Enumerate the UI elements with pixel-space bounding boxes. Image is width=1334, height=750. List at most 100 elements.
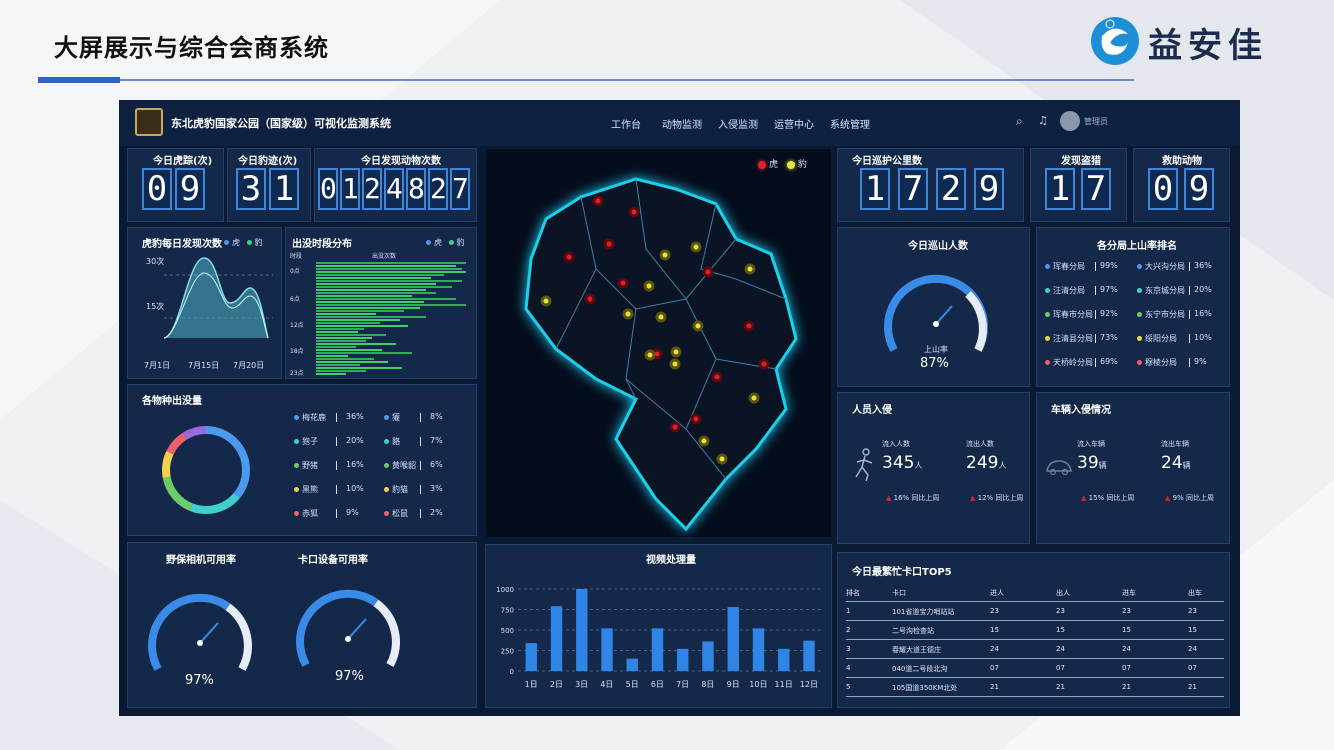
branch-pct: 92% xyxy=(1100,309,1118,318)
leopard-marker-icon xyxy=(622,308,634,320)
digit: 1 xyxy=(269,168,299,210)
nav-item-animal-monitor[interactable]: 动物监测 xyxy=(662,116,702,131)
camera-availability-title: 野保相机可用率 xyxy=(166,555,236,566)
nav-item-intrusion-monitor[interactable]: 入侵监测 xyxy=(718,116,758,131)
species-name: 野猪 xyxy=(302,461,318,470)
time-dist-bar xyxy=(316,322,380,324)
video-x-tick: 7日 xyxy=(676,680,689,689)
daily-chart-x-tick: 7月1日 xyxy=(144,361,171,370)
legend-dot-icon xyxy=(294,439,299,444)
legend-dot-icon xyxy=(1137,360,1142,365)
branch-name: 东宁市分局 xyxy=(1145,310,1185,319)
daily-chart-panel: 虎豹每日发现次数 虎 豹 30次 15次 7月1日 7月15日 7月20日 xyxy=(127,227,282,379)
time-dist-bar xyxy=(316,289,426,291)
species-pct: 9% xyxy=(346,508,359,517)
bell-icon[interactable]: ♫ xyxy=(1038,114,1048,127)
table-row[interactable]: 1 101省道宝力哨站站 23 23 23 23 xyxy=(846,602,1224,621)
video-x-tick: 10日 xyxy=(749,680,767,689)
vehicle-in-unit: 辆 xyxy=(1098,461,1107,470)
species-name: 獾 xyxy=(392,413,400,422)
table-cell: 5 xyxy=(846,683,851,691)
table-cell: 105国道350KM北处 xyxy=(892,684,958,692)
person-out-label: 流出人数 xyxy=(966,440,994,448)
title-divider xyxy=(38,79,1134,81)
time-dist-bar xyxy=(316,334,386,336)
vehicle-out-unit: 辆 xyxy=(1182,461,1191,470)
table-cell: 07 xyxy=(990,664,999,672)
time-dist-bar xyxy=(316,373,346,375)
time-dist-bar xyxy=(316,298,456,300)
tiger-count-panel: 今日虎踪(次) 0 9 xyxy=(127,148,224,222)
nav-item-operations[interactable]: 运营中心 xyxy=(774,116,814,131)
digit: 2 xyxy=(936,168,966,210)
species-pct: 36% xyxy=(346,412,364,421)
digit: 9 xyxy=(175,168,205,210)
legend-dot-icon xyxy=(294,487,299,492)
digit: 9 xyxy=(1184,168,1214,210)
table-row[interactable]: 4 040道二号段北沟 07 07 07 07 xyxy=(846,659,1224,678)
legend-dot-icon xyxy=(1137,312,1142,317)
time-dist-bar xyxy=(316,337,372,339)
video-y-tick: 750 xyxy=(501,607,514,615)
table-cell: 21 xyxy=(1188,683,1197,691)
video-y-tick: 0 xyxy=(510,668,514,676)
table-row[interactable]: 5 105国道350KM北处 21 21 21 21 xyxy=(846,678,1224,697)
leopard-marker-icon xyxy=(670,346,682,358)
table-cell: 24 xyxy=(1188,645,1197,653)
gate-top5-title: 今日最繁忙卡口TOP5 xyxy=(852,567,952,578)
species-title: 各物种出没量 xyxy=(142,396,202,407)
branch-rank-item: 东京城分局 20% xyxy=(1137,285,1212,296)
table-row[interactable]: 2 二号沟检查站 15 15 15 15 xyxy=(846,621,1224,640)
table-cell: 07 xyxy=(1188,664,1197,672)
logo-icon xyxy=(1091,17,1139,65)
legend-dot-icon xyxy=(384,511,389,516)
branch-rank-item: 大兴沟分局 36% xyxy=(1137,261,1212,272)
species-legend-item: 黑熊 10% xyxy=(294,484,364,495)
video-bar xyxy=(525,643,537,671)
vehicle-out-value-group: 24辆 xyxy=(1161,453,1191,473)
table-header-cell: 进人 xyxy=(990,589,1004,597)
user-name[interactable]: 管理员 xyxy=(1084,116,1108,127)
patrol-gauge-label: 上山率 xyxy=(924,345,948,354)
digit: 1 xyxy=(860,168,890,210)
patrol-km-label: 今日巡护公里数 xyxy=(852,156,922,167)
digit: 7 xyxy=(1081,168,1111,210)
species-legend-item: 黄喉貂 6% xyxy=(384,460,443,471)
gate-availability-title: 卡口设备可用率 xyxy=(298,555,368,566)
species-panel: 各物种出没量 梅花鹿 36% 狍子 20% 野猪 16% 黑熊 10% 赤狐 9% 獾 8% 貉 7% 黄喉… xyxy=(127,384,477,536)
branch-pct: 20% xyxy=(1194,285,1212,294)
time-dist-bar xyxy=(316,316,426,318)
branch-name: 大兴沟分局 xyxy=(1145,262,1185,271)
top-nav: 东北虎豹国家公园（国家级）可视化监测系统 工作台 动物监测 入侵监测 运营中心 … xyxy=(119,100,1240,146)
branch-rank-item: 珲春市分局 92% xyxy=(1045,309,1118,320)
species-pct: 10% xyxy=(346,484,364,493)
table-cell: 15 xyxy=(1122,626,1131,634)
legend-dot-icon xyxy=(1045,288,1050,293)
video-bar xyxy=(651,628,664,671)
time-dist-bar xyxy=(316,277,431,279)
digit: 1 xyxy=(340,168,360,210)
time-dist-bar xyxy=(316,292,436,294)
digit: 2 xyxy=(428,168,448,210)
avatar[interactable] xyxy=(1060,111,1080,131)
table-row[interactable]: 3 春耀大道王德庄 24 24 24 24 xyxy=(846,640,1224,659)
table-header-cell: 出人 xyxy=(1056,589,1070,597)
table-header-row: 排名 卡口 进人 出人 进车 出车 xyxy=(846,583,1224,602)
tiger-count-digits: 0 9 xyxy=(142,168,205,210)
branch-pct: 97% xyxy=(1100,285,1118,294)
branch-rank-panel: 各分局上山率排名 珲春分局 99% 汪清分局 97% 珲春市分局 92% 汪清县分局 73% 天… xyxy=(1036,227,1230,387)
rescue-digits: 0 9 xyxy=(1148,168,1214,210)
nav-item-system[interactable]: 系统管理 xyxy=(830,116,870,131)
nav-item-workbench[interactable]: 工作台 xyxy=(611,116,641,131)
poaching-panel: 发现盗猎 1 7 xyxy=(1030,148,1127,222)
species-donut xyxy=(162,426,250,514)
tiger-marker-icon xyxy=(603,238,615,250)
nav-title: 东北虎豹国家公园（国家级）可视化监测系统 xyxy=(171,117,391,130)
search-icon[interactable]: ⌕ xyxy=(1016,114,1023,129)
branch-name: 天桥岭分局 xyxy=(1053,358,1093,367)
patrol-panel: 今日巡山人数 上山率 87% xyxy=(837,227,1030,387)
leopard-marker-icon xyxy=(744,263,756,275)
species-name: 黄喉貂 xyxy=(392,461,416,470)
leopard-marker-icon xyxy=(655,311,667,323)
time-dist-bar xyxy=(316,286,452,288)
